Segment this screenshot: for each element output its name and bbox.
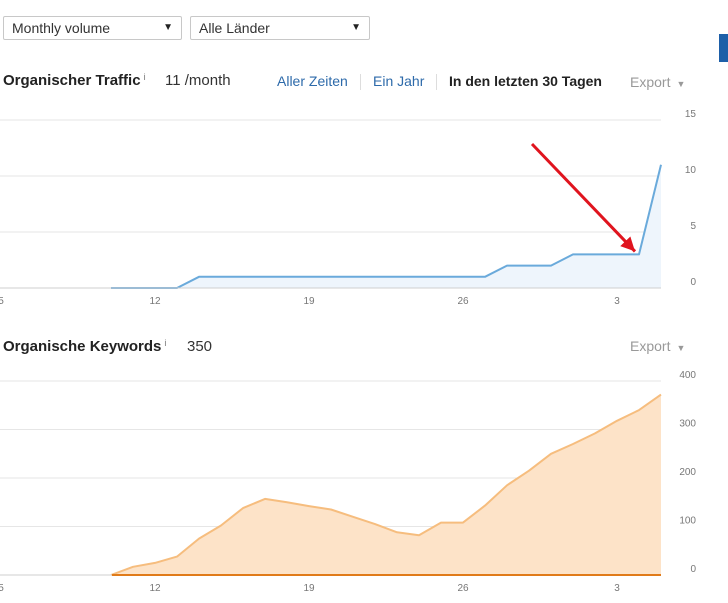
caret-down-icon: ▼ [676, 79, 686, 89]
traffic-title-text: Organischer Traffic [3, 72, 141, 89]
x-tick-label: 19 [303, 296, 315, 307]
keywords-title-text: Organische Keywords [3, 338, 162, 355]
volume-dropdown[interactable]: Monthly volume ▼ [3, 16, 182, 40]
x-tick-label: 26 [457, 583, 469, 594]
keywords-chart: 0 100 200 300 400 5 12 19 26 3 [0, 370, 696, 594]
traffic-chart: 0 5 10 15 5 12 19 26 3 [0, 109, 697, 307]
info-icon[interactable]: i [144, 72, 146, 82]
annotation-arrow [530, 142, 637, 253]
x-tick-label: 3 [614, 583, 620, 594]
y-tick-label: 100 [679, 516, 696, 527]
series-area [111, 164, 661, 288]
country-dropdown-label: Alle Länder [199, 20, 270, 36]
accent-bar [719, 34, 728, 62]
range-all-time[interactable]: Aller Zeiten [277, 73, 348, 89]
x-tick-label: 12 [149, 296, 161, 307]
info-icon[interactable]: i [164, 338, 166, 348]
y-tick-label: 400 [679, 370, 696, 381]
x-tick-label: 5 [0, 296, 4, 307]
range-last-30-days[interactable]: In den letzten 30 Tagen [449, 73, 602, 89]
caret-down-icon: ▼ [676, 343, 686, 353]
y-tick-label: 5 [690, 221, 696, 232]
series-area [111, 394, 661, 575]
volume-dropdown-label: Monthly volume [12, 20, 111, 36]
y-tick-label: 10 [685, 165, 697, 176]
y-tick-label: 15 [685, 109, 697, 120]
x-tick-label: 12 [149, 583, 161, 594]
keywords-export-button[interactable]: Export ▼ [630, 338, 685, 354]
x-tick-label: 19 [303, 583, 315, 594]
range-divider [436, 74, 437, 90]
range-divider [360, 74, 361, 90]
y-tick-label: 300 [679, 419, 696, 430]
traffic-title: Organischer Traffic i [3, 72, 146, 89]
y-tick-label: 0 [690, 564, 696, 575]
keywords-title: Organische Keywords i [3, 338, 166, 355]
range-one-year[interactable]: Ein Jahr [373, 73, 424, 89]
keywords-value: 350 [187, 338, 213, 355]
keywords-export-label: Export [630, 338, 671, 354]
x-tick-label: 3 [614, 296, 620, 307]
x-tick-label: 26 [457, 296, 469, 307]
traffic-export-button[interactable]: Export ▼ [630, 74, 685, 90]
traffic-export-label: Export [630, 74, 671, 90]
chevron-down-icon: ▼ [163, 22, 173, 33]
chevron-down-icon: ▼ [351, 22, 361, 33]
y-tick-label: 0 [690, 277, 696, 288]
y-tick-label: 200 [679, 467, 696, 478]
x-tick-label: 5 [0, 583, 4, 594]
country-dropdown[interactable]: Alle Länder ▼ [190, 16, 370, 40]
traffic-value: 11 /month [165, 72, 231, 89]
